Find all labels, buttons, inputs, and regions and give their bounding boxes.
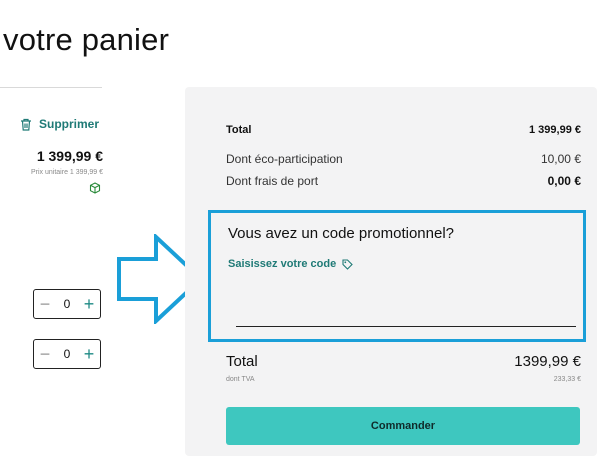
tag-icon <box>342 258 354 270</box>
grand-total-value: 1399,99 € <box>514 353 581 370</box>
unit-price: Prix unitaire 1 399,99 € <box>31 169 103 176</box>
eco-participation-row: Dont éco-participation 10,00 € <box>226 152 581 166</box>
promo-link-label: Saisissez votre code <box>228 258 337 270</box>
eco-label: Dont éco-participation <box>226 152 343 166</box>
shipping-row: Dont frais de port 0,00 € <box>226 174 581 188</box>
order-summary-panel: Total 1 399,99 € Dont éco-participation … <box>185 87 597 456</box>
quantity-stepper[interactable]: − 0 + <box>33 289 101 319</box>
quantity-value: 0 <box>63 297 71 311</box>
order-button[interactable]: Commander <box>226 407 580 445</box>
delete-button[interactable]: Supprimer <box>20 117 99 131</box>
eco-value: 10,00 € <box>540 152 581 166</box>
divider <box>0 87 102 88</box>
promo-code-input[interactable] <box>236 306 576 327</box>
promo-title: Vous avez un code promotionnel? <box>228 225 454 242</box>
total-label: Total <box>226 124 252 136</box>
tva-row: dont TVA 233,33 € <box>226 376 581 383</box>
increment-button[interactable]: + <box>82 295 96 313</box>
quantity-value: 0 <box>63 347 71 361</box>
total-value: 1 399,99 € <box>529 124 581 136</box>
grand-total-row: Total 1399,99 € <box>226 353 581 370</box>
trash-icon <box>21 118 31 131</box>
total-row: Total 1 399,99 € <box>226 124 581 136</box>
decrement-button[interactable]: − <box>38 295 52 313</box>
box-icon <box>89 182 101 194</box>
increment-button[interactable]: + <box>82 345 96 363</box>
tva-label: dont TVA <box>226 376 255 383</box>
product-price: 1 399,99 € <box>36 148 103 164</box>
delete-label: Supprimer <box>39 117 100 131</box>
promo-code-section: Vous avez un code promotionnel? Saisisse… <box>208 210 586 342</box>
shipping-label: Dont frais de port <box>226 174 319 188</box>
quantity-stepper[interactable]: − 0 + <box>33 339 101 369</box>
grand-total-label: Total <box>226 353 258 370</box>
promo-code-link[interactable]: Saisissez votre code <box>228 258 354 270</box>
decrement-button[interactable]: − <box>38 345 52 363</box>
page-title: votre panier <box>3 22 170 57</box>
tva-value: 233,33 € <box>553 376 581 383</box>
shipping-value: 0,00 € <box>547 174 581 188</box>
